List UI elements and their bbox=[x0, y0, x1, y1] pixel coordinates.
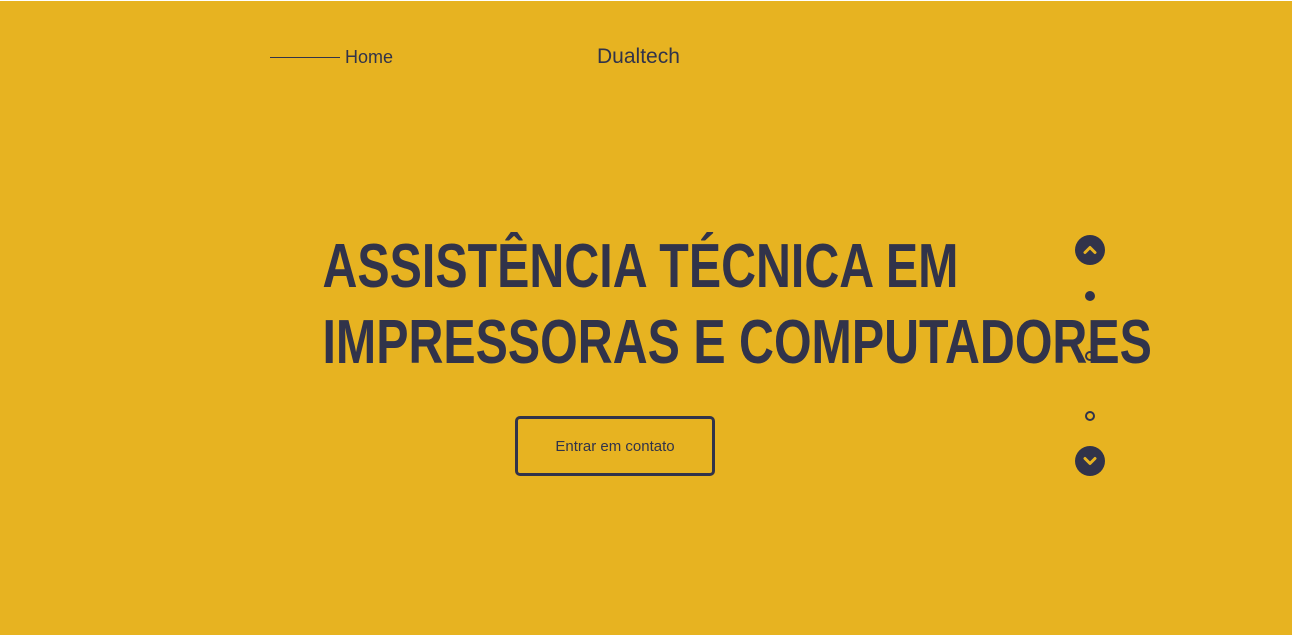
chevron-up-icon bbox=[1083, 246, 1097, 254]
hero-section: Home Dualtech ASSISTÊNCIA TÉCNICA EM IMP… bbox=[0, 1, 1292, 635]
brand-logo[interactable]: Dualtech bbox=[597, 44, 680, 70]
slide-dot-1[interactable] bbox=[1085, 291, 1095, 301]
chevron-down-icon bbox=[1083, 457, 1097, 465]
nav-active-indicator bbox=[270, 56, 340, 58]
hero-title: ASSISTÊNCIA TÉCNICA EM IMPRESSORAS E COM… bbox=[322, 229, 1152, 381]
hero-title-line-2: IMPRESSORAS E COMPUTADORES bbox=[322, 308, 1152, 377]
slide-dot-3[interactable] bbox=[1085, 411, 1095, 421]
contact-button[interactable]: Entrar em contato bbox=[515, 416, 715, 476]
previous-slide-button[interactable] bbox=[1075, 235, 1105, 265]
next-slide-button[interactable] bbox=[1075, 446, 1105, 476]
slide-dot-2[interactable] bbox=[1085, 351, 1095, 361]
main-nav: Home bbox=[270, 46, 393, 68]
hero-title-line-1: ASSISTÊNCIA TÉCNICA EM bbox=[322, 232, 959, 301]
nav-home-link[interactable]: Home bbox=[345, 46, 393, 68]
